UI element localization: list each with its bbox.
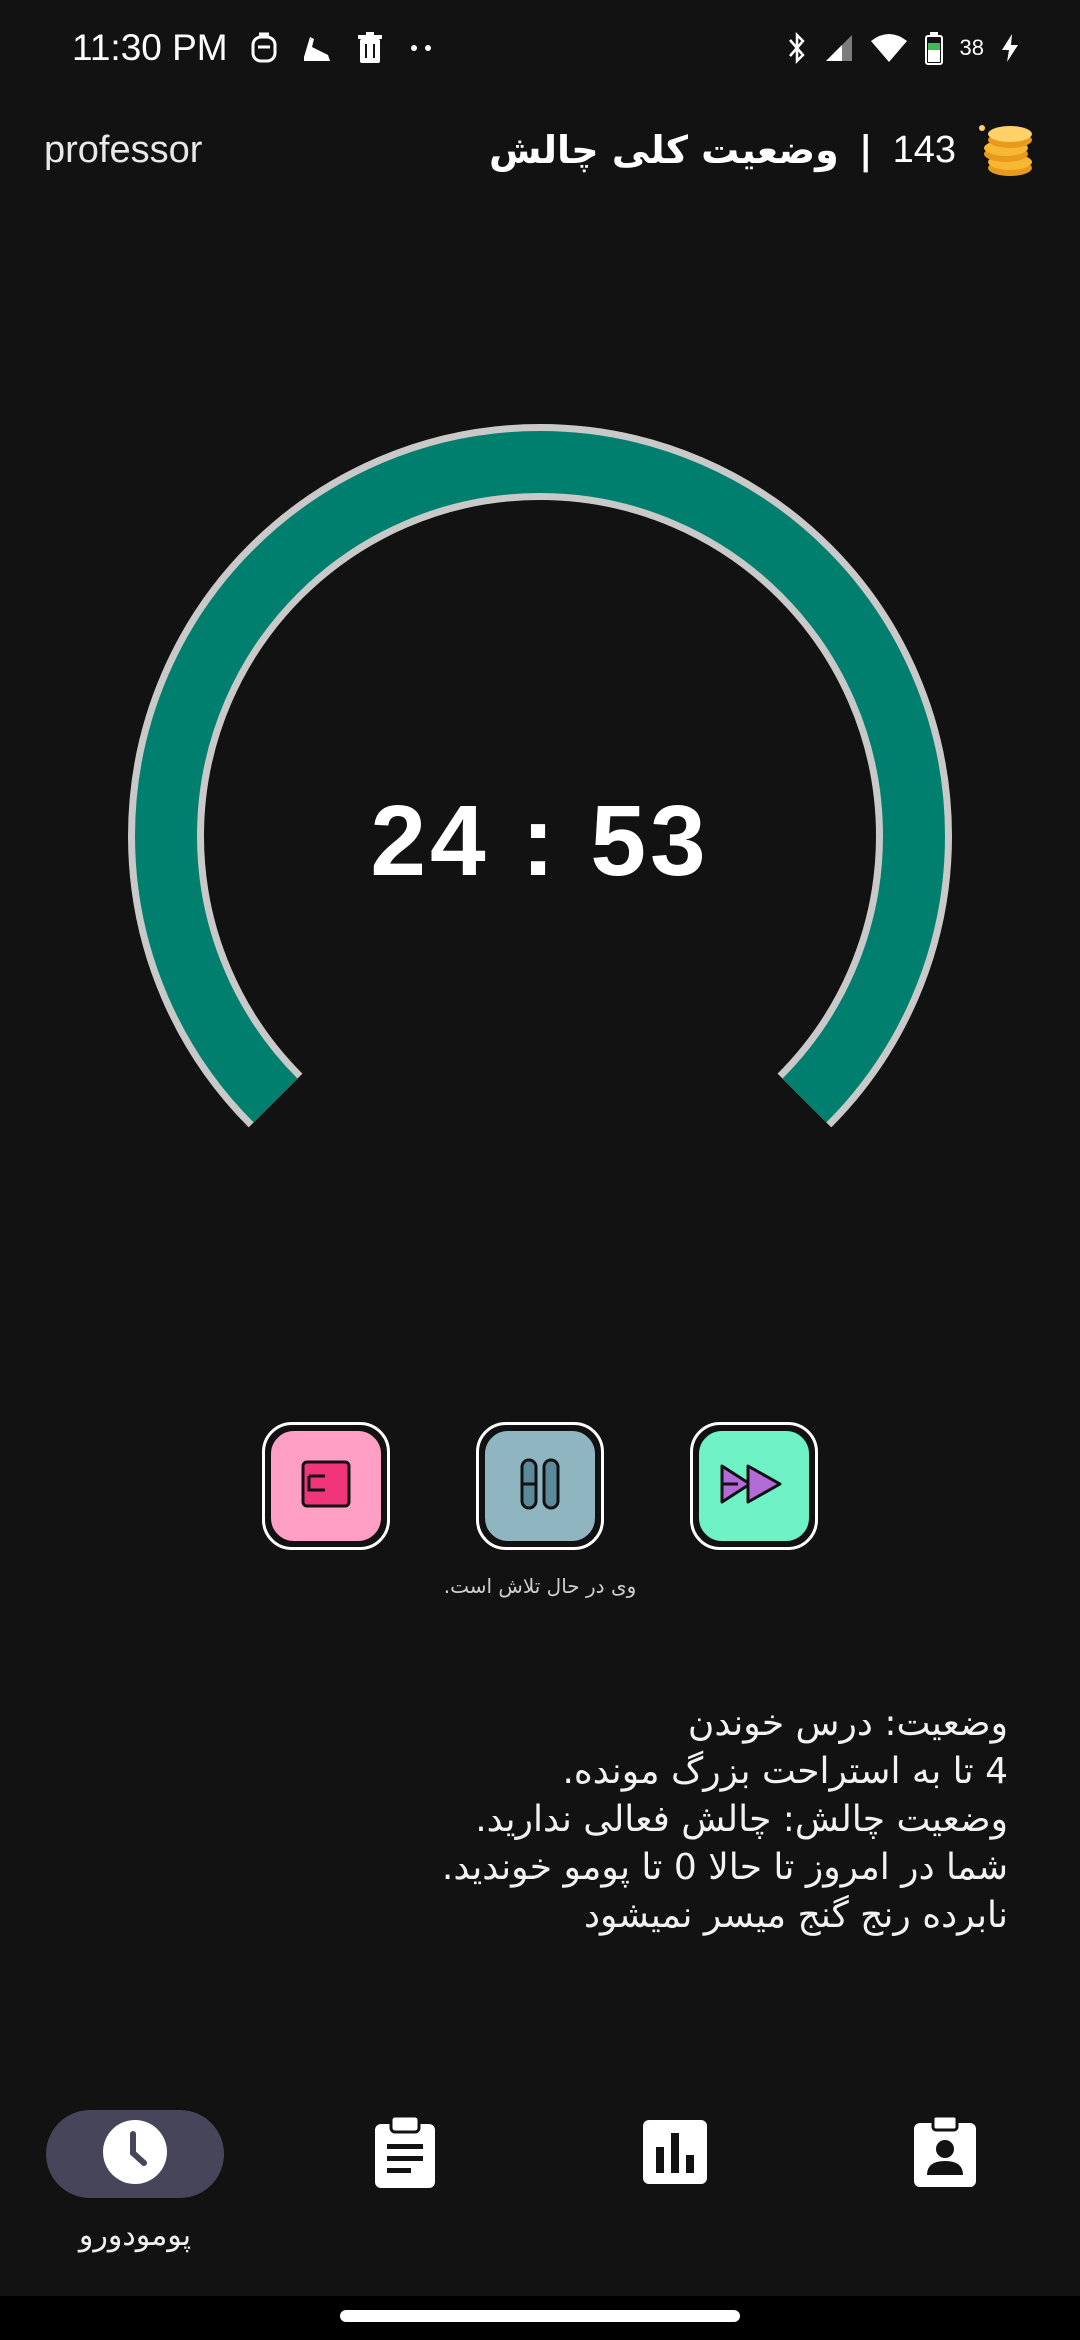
app-header: professor وضعیت کلی چالش | 143 bbox=[0, 110, 1080, 190]
nav-pill bbox=[586, 2110, 764, 2198]
status-bar: 11:30 PM 38 bbox=[0, 0, 1080, 96]
clock-icon bbox=[100, 2117, 170, 2191]
status-line: نابرده رنج گنج میسر نمیشود bbox=[584, 1895, 1008, 1936]
nav-label-pomodoro: پومودورو bbox=[78, 2218, 192, 2253]
charging-icon bbox=[1000, 33, 1020, 63]
skip-button[interactable] bbox=[690, 1422, 818, 1550]
bar-chart-icon bbox=[642, 2119, 708, 2189]
timer-controls bbox=[0, 1422, 1080, 1550]
gesture-bar[interactable] bbox=[340, 2310, 740, 2322]
status-line: وضعیت: درس خوندن bbox=[687, 1703, 1008, 1744]
clipboard-icon bbox=[373, 2114, 437, 2194]
pause-button[interactable] bbox=[476, 1422, 604, 1550]
app-notification-icon bbox=[250, 31, 278, 65]
challenge-status-link[interactable]: وضعیت کلی چالش | 143 bbox=[489, 122, 1036, 178]
nav-tasks[interactable] bbox=[270, 2100, 540, 2280]
profile-badge-icon bbox=[913, 2114, 977, 2193]
nav-active-pill bbox=[46, 2110, 224, 2198]
exit-icon bbox=[295, 1456, 357, 1516]
bluetooth-icon bbox=[786, 31, 808, 65]
header-separator: | bbox=[858, 128, 873, 172]
status-line: وضعیت چالش: چالش فعالی ندارید. bbox=[475, 1799, 1008, 1840]
nav-stats[interactable] bbox=[540, 2100, 810, 2280]
status-time: 11:30 PM bbox=[72, 27, 228, 68]
exit-button[interactable] bbox=[262, 1422, 390, 1550]
nav-profile[interactable] bbox=[810, 2100, 1080, 2280]
trying-caption: وی در حال تلاش است. bbox=[443, 1574, 637, 1598]
status-line: شما در امروز تا حالا 0 تا پومو خوندید. bbox=[441, 1847, 1008, 1888]
status-info: وضعیت: درس خوندن 4 تا به استراحت بزرگ مو… bbox=[248, 1700, 1008, 1940]
coin-count: 143 bbox=[892, 128, 956, 171]
timer-dial: 24 : 53 bbox=[128, 424, 952, 1248]
nav-pomodoro[interactable]: پومودورو bbox=[0, 2100, 270, 2280]
nav-pill bbox=[316, 2110, 494, 2198]
pomodoro-screen: 11:30 PM 38 professor وضعیت کلی چالش | 1… bbox=[0, 0, 1080, 2340]
battery-icon bbox=[924, 31, 944, 65]
username[interactable]: professor bbox=[44, 129, 202, 172]
bottom-navigation: پومودورو bbox=[0, 2100, 1080, 2280]
battery-level: 38 bbox=[959, 35, 984, 60]
timer-display: 24 : 53 bbox=[370, 785, 710, 897]
fast-forward-icon bbox=[716, 1456, 792, 1516]
trash-icon bbox=[356, 31, 384, 65]
more-dots-icon bbox=[406, 42, 436, 54]
status-line: 4 تا به استراحت بزرگ مونده. bbox=[562, 1751, 1008, 1792]
timer-progress bbox=[135, 431, 945, 1123]
signal-icon bbox=[824, 33, 854, 63]
nav-pill bbox=[856, 2110, 1034, 2198]
challenge-status-title[interactable]: وضعیت کلی چالش bbox=[489, 128, 839, 172]
wifi-icon bbox=[870, 33, 908, 63]
shoe-icon bbox=[300, 31, 334, 65]
pause-icon bbox=[510, 1454, 570, 1518]
coins-icon bbox=[976, 122, 1036, 178]
